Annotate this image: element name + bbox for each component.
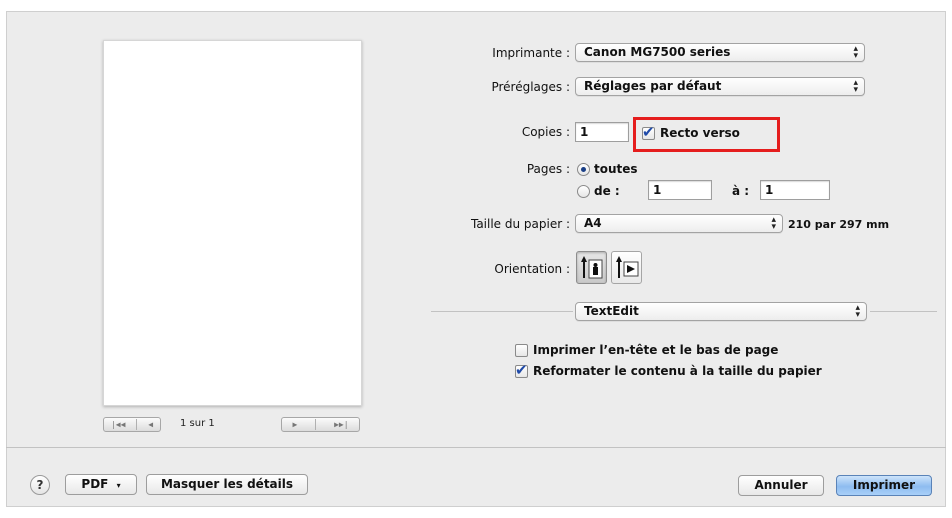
copies-label: Copies : (521, 125, 570, 139)
page-preview (103, 40, 362, 406)
portrait-icon (581, 256, 603, 279)
presets-value: Réglages par défaut (584, 79, 722, 93)
orientation-landscape-button[interactable] (611, 251, 642, 284)
pdf-menu-button[interactable]: PDF ▾ (65, 474, 137, 495)
dropdown-arrow-icon: ▾ (116, 481, 121, 490)
printer-value: Canon MG7500 series (584, 45, 731, 59)
header-footer-label: Imprimer l’en-tête et le bas de page (533, 343, 779, 357)
pages-label: Pages : (526, 162, 570, 176)
hide-details-button[interactable]: Masquer les détails (146, 474, 308, 495)
checkmark-icon: ✔ (642, 123, 655, 141)
popup-arrows-icon: ▴ ▾ (853, 78, 858, 95)
copies-field[interactable]: 1 (575, 122, 629, 142)
paper-size-value: A4 (584, 216, 602, 230)
duplex-checkbox[interactable]: ✔ (642, 123, 655, 141)
section-divider-right (870, 311, 937, 312)
pdf-label: PDF (81, 477, 109, 491)
presets-label: Préréglages : (491, 80, 570, 94)
duplex-label: Recto verso (660, 126, 740, 140)
help-button[interactable]: ? (30, 475, 50, 495)
popup-arrows-icon: ▴ ▾ (771, 215, 776, 232)
last-page-icon[interactable]: ▶▶| (331, 420, 351, 429)
pages-range-to-label: à : (732, 184, 750, 198)
printer-popup[interactable]: Canon MG7500 series ▴ ▾ (575, 43, 865, 62)
header-footer-checkbox[interactable] (515, 344, 528, 357)
presets-popup[interactable]: Réglages par défaut ▴ ▾ (575, 77, 865, 96)
paper-size-label: Taille du papier : (470, 217, 570, 231)
rewrap-label: Reformater le contenu à la taille du pap… (533, 364, 822, 378)
page-count: 1 sur 1 (180, 418, 215, 429)
print-button[interactable]: Imprimer (836, 475, 932, 496)
pages-to-field[interactable]: 1 (760, 180, 830, 200)
app-section-popup[interactable]: TextEdit ▴ ▾ (575, 302, 867, 321)
pages-range-radio[interactable] (577, 185, 590, 198)
printer-label: Imprimante : (492, 46, 570, 60)
orientation-label: Orientation : (494, 262, 570, 276)
first-page-icon[interactable]: |◀◀ (108, 420, 128, 429)
popup-arrows-icon: ▴ ▾ (855, 303, 860, 320)
previous-page-icon[interactable]: ◀ (145, 420, 156, 429)
rewrap-checkbox[interactable]: ✔ (515, 361, 528, 379)
page-nav-forward-group[interactable]: ▶ ▶▶| (281, 417, 360, 432)
paper-dimensions: 210 par 297 mm (788, 218, 890, 231)
page-nav-back-group[interactable]: |◀◀ ◀ (103, 417, 161, 432)
cancel-button[interactable]: Annuler (738, 475, 824, 496)
pages-from-field[interactable]: 1 (648, 180, 712, 200)
next-page-icon[interactable]: ▶ (289, 420, 300, 429)
pages-all-label: toutes (594, 162, 638, 176)
pages-all-radio[interactable] (577, 163, 590, 176)
popup-arrows-icon: ▴ ▾ (853, 44, 858, 61)
app-section-value: TextEdit (584, 304, 639, 318)
pages-range-from-label: de : (594, 184, 620, 198)
footer-divider (6, 447, 946, 448)
orientation-portrait-button[interactable] (576, 251, 607, 284)
section-divider-left (431, 311, 573, 312)
paper-size-popup[interactable]: A4 ▴ ▾ (575, 214, 783, 233)
landscape-icon (616, 256, 639, 278)
checkmark-icon: ✔ (515, 361, 528, 379)
